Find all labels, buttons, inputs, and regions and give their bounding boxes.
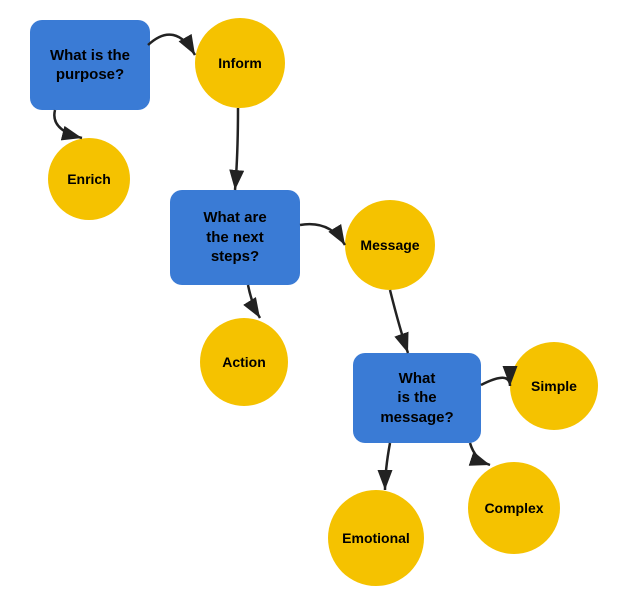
arrow-inform-to-nextsteps [235,108,238,190]
arrow-purpose-to-inform [148,35,195,55]
message-circle: Message [345,200,435,290]
arrow-messagebox-to-complex [470,443,490,465]
inform-circle: Inform [195,18,285,108]
message-box: Whatis themessage? [353,353,481,443]
arrow-messagebox-to-emotional [385,443,390,490]
arrow-messagebox-to-simple [481,378,510,386]
action-circle: Action [200,318,288,406]
emotional-circle: Emotional [328,490,424,586]
enrich-circle: Enrich [48,138,130,220]
purpose-box: What is the purpose? [30,20,150,110]
arrow-purpose-to-enrich [54,110,82,138]
arrow-nextsteps-to-action [248,285,260,318]
arrow-nextsteps-to-message [300,224,345,245]
complex-circle: Complex [468,462,560,554]
next-steps-box: What arethe nextsteps? [170,190,300,285]
arrow-message-to-messagebox [390,290,408,353]
simple-circle: Simple [510,342,598,430]
